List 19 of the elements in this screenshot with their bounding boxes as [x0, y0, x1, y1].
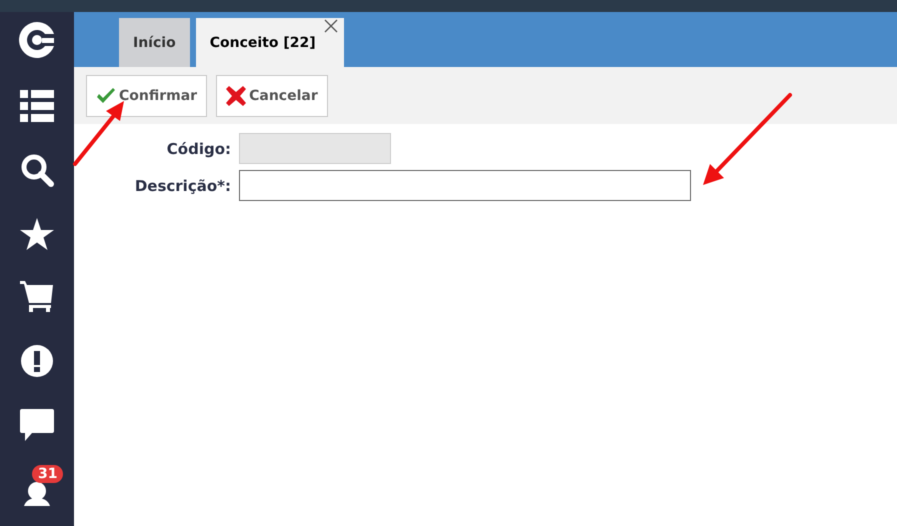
field-label: Código:: [166, 140, 232, 158]
checkmark-icon: [96, 88, 116, 104]
star-icon[interactable]: [20, 218, 54, 250]
search-icon[interactable]: [20, 153, 54, 187]
user-icon[interactable]: [22, 482, 52, 506]
notification-badge: 31: [32, 465, 64, 483]
tab[interactable]: Conceito [22]: [196, 18, 344, 67]
list-icon[interactable]: [20, 90, 54, 122]
field-label: Descrição*:: [134, 176, 232, 194]
cross-icon: [226, 86, 246, 106]
chat-icon[interactable]: [20, 409, 54, 441]
input-field[interactable]: [239, 170, 691, 201]
cancel-button[interactable]: Cancelar: [216, 74, 328, 116]
alert-icon[interactable]: [20, 344, 54, 378]
close-icon[interactable]: [324, 19, 338, 33]
tab[interactable]: Início: [119, 18, 190, 67]
logo-icon[interactable]: [18, 21, 56, 59]
confirm-button[interactable]: Confirmar: [86, 74, 208, 116]
cart-icon[interactable]: [20, 281, 54, 313]
